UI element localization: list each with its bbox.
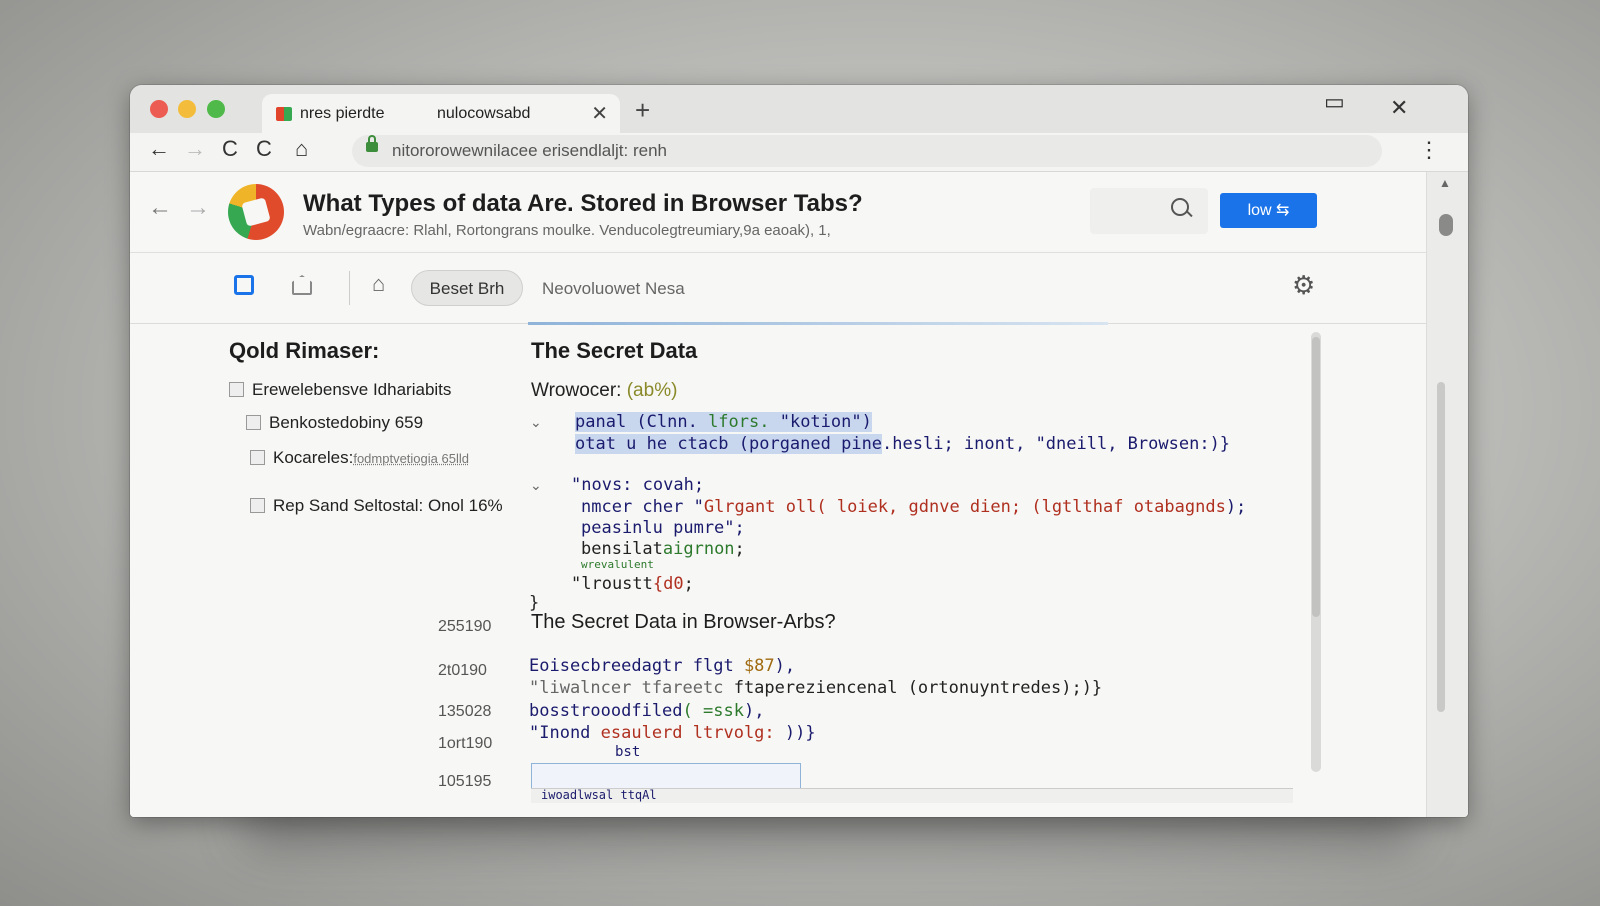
pill-button[interactable]: Beset Brh — [411, 270, 523, 306]
maximize-window-dot[interactable] — [207, 100, 225, 118]
tab-view-icon[interactable] — [234, 275, 254, 295]
checkbox[interactable] — [229, 382, 244, 397]
browser-toolbar: ← → C C ⌂ nitororowewnilacee erisendlalj… — [130, 133, 1468, 172]
checkbox[interactable] — [246, 415, 261, 430]
back-button[interactable]: ← — [148, 136, 170, 162]
subheading-meta: (ab%) — [626, 380, 678, 401]
tab-favicon-icon — [276, 107, 292, 121]
cta-button[interactable]: low ⇆ — [1220, 193, 1317, 228]
page-content: ← → What Types of data Are. Stored in Br… — [130, 172, 1426, 817]
list-number: 1ort190 — [438, 735, 493, 752]
reload-alt-button[interactable]: C — [256, 136, 272, 162]
main-heading: The Secret Data — [531, 338, 698, 363]
code-line: otat u he ctacb (porganed pine.hesli; in… — [575, 434, 1231, 454]
list-number: 2t0190 — [438, 662, 487, 679]
left-heading: Qold Rimaser: — [229, 338, 380, 363]
url-text[interactable]: nitororowewnilacee erisendlaljt: renh — [392, 141, 667, 161]
section-heading: The Secret Data in Browser-Arbs? — [531, 611, 836, 633]
checkbox-row[interactable]: Rep Sand Seltostal: Onol 16% — [250, 496, 503, 516]
search-icon[interactable] — [1171, 198, 1189, 216]
tab-strip: nres pierdte nulocowsabd ✕ + ▭ ✕ — [130, 85, 1468, 133]
tab-title-secondary: nulocowsabd — [437, 105, 531, 122]
code-line: "liwalncer tfareetc ftapereziencenal (or… — [529, 678, 1103, 698]
scroll-thumb[interactable] — [1439, 214, 1453, 236]
code-line: Eoisecbreedagtr flgt $87), — [529, 656, 796, 676]
lock-icon — [366, 135, 378, 152]
code-line: wrevalulent — [581, 558, 654, 571]
home-icon[interactable]: ⌂ — [372, 271, 385, 297]
divider — [349, 271, 350, 305]
chevron-down-icon[interactable]: ⌄ — [530, 414, 542, 431]
code-line: "Inond esaulerd ltrvolg: ))} — [529, 723, 816, 743]
checkbox-row[interactable]: Erewelebensve Idhariabits — [229, 380, 451, 400]
content-scrollbar-thumb[interactable] — [1312, 337, 1320, 617]
close-window-dot[interactable] — [150, 100, 168, 118]
page-forward-icon[interactable]: → — [186, 194, 210, 222]
search-box[interactable] — [1090, 188, 1208, 234]
subnav-link[interactable]: Neovoluowet Nesa — [542, 279, 685, 299]
page-subtitle: Wabn/egraacre: Rlahl, Rortongrans moulke… — [303, 222, 831, 239]
code-line: panal (Clnn. lfors. "kotion") — [575, 412, 872, 432]
chevron-down-icon[interactable]: ⌄ — [530, 477, 542, 494]
page-scrollbar[interactable]: ▲ — [1426, 172, 1468, 817]
minimize-window-dot[interactable] — [178, 100, 196, 118]
checkbox-label: Erewelebensve Idhariabits — [252, 380, 452, 399]
scroll-track[interactable] — [1437, 382, 1445, 712]
address-bar[interactable]: nitororowewnilacee erisendlaljt: renh — [352, 135, 1382, 167]
site-logo — [228, 184, 284, 240]
forward-button[interactable]: → — [184, 136, 206, 162]
list-number: 255190 — [438, 618, 492, 635]
sub-navigation: ⌂ Beset Brh Neovoluowet Nesa ⚙ — [130, 253, 1426, 324]
home-button[interactable]: ⌂ — [295, 136, 308, 162]
code-footer: iwoadlwsal ttqAl — [531, 788, 1293, 803]
code-line: bosstrooodfiled( =ssk), — [529, 701, 765, 721]
code-footer-text: iwoadlwsal ttqAl — [541, 788, 657, 802]
new-tab-button[interactable]: + — [635, 95, 650, 126]
code-line: "novs: covah; — [571, 475, 705, 495]
site-header: ← → What Types of data Are. Stored in Br… — [130, 172, 1426, 253]
tab-close-icon[interactable]: ✕ — [591, 101, 608, 126]
subheading-text: Wrowocer: — [531, 380, 622, 401]
checkbox[interactable] — [250, 450, 265, 465]
browser-menu-icon[interactable]: ⋮ — [1418, 137, 1440, 163]
list-number: 135028 — [438, 703, 492, 720]
code-line: bensilataigrnon; — [581, 539, 745, 559]
list-number: 105195 — [438, 773, 492, 790]
checkbox-label: Rep Sand Seltostal: Onol 16% — [273, 496, 503, 515]
progress-line — [528, 322, 1108, 325]
checkbox-row[interactable]: Kocareles:fodmptvetiogia 65lld — [250, 448, 469, 468]
page-title: What Types of data Are. Stored in Browse… — [303, 190, 863, 217]
checkbox-sublabel: fodmptvetiogia 65lld — [353, 451, 469, 466]
reload-button[interactable]: C — [222, 136, 238, 162]
close-button[interactable]: ✕ — [1390, 95, 1408, 121]
subheading: Wrowocer: (ab%) — [531, 380, 677, 402]
scroll-up-icon[interactable]: ▲ — [1439, 176, 1451, 190]
code-line: } — [529, 593, 540, 613]
tab-title: nres pierdte — [300, 105, 385, 122]
code-line: nmcer cher "Glrgant oll( loiek, gdnve di… — [581, 497, 1247, 517]
gear-icon[interactable]: ⚙ — [1292, 270, 1315, 301]
page-back-icon[interactable]: ← — [148, 194, 172, 222]
minimize-button[interactable]: ▭ — [1324, 89, 1345, 115]
checkbox-row[interactable]: Benkostedobiny 659 — [246, 413, 423, 433]
code-line: "lroustt{d0; — [571, 574, 694, 594]
bookmark-icon[interactable] — [292, 275, 312, 295]
checkbox-label: Benkostedobiny 659 — [269, 413, 424, 432]
browser-tab[interactable]: nres pierdte nulocowsabd ✕ — [262, 94, 620, 133]
input-box[interactable] — [531, 763, 801, 791]
checkbox[interactable] — [250, 498, 265, 513]
checkbox-label: Kocareles: — [273, 448, 354, 467]
code-line: peasinlu pumre"; — [581, 518, 745, 538]
browser-window: nres pierdte nulocowsabd ✕ + ▭ ✕ ← → C C… — [130, 85, 1468, 817]
code-line: bst — [615, 744, 641, 760]
